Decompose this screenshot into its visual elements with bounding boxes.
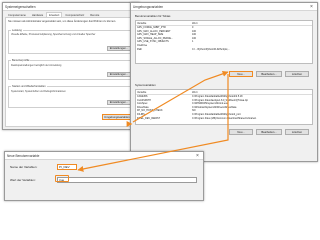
connector-arrows: [77, 70, 229, 172]
arrow-env-to-new: [132, 70, 229, 123]
arrow-new-to-dialog: [77, 74, 229, 172]
